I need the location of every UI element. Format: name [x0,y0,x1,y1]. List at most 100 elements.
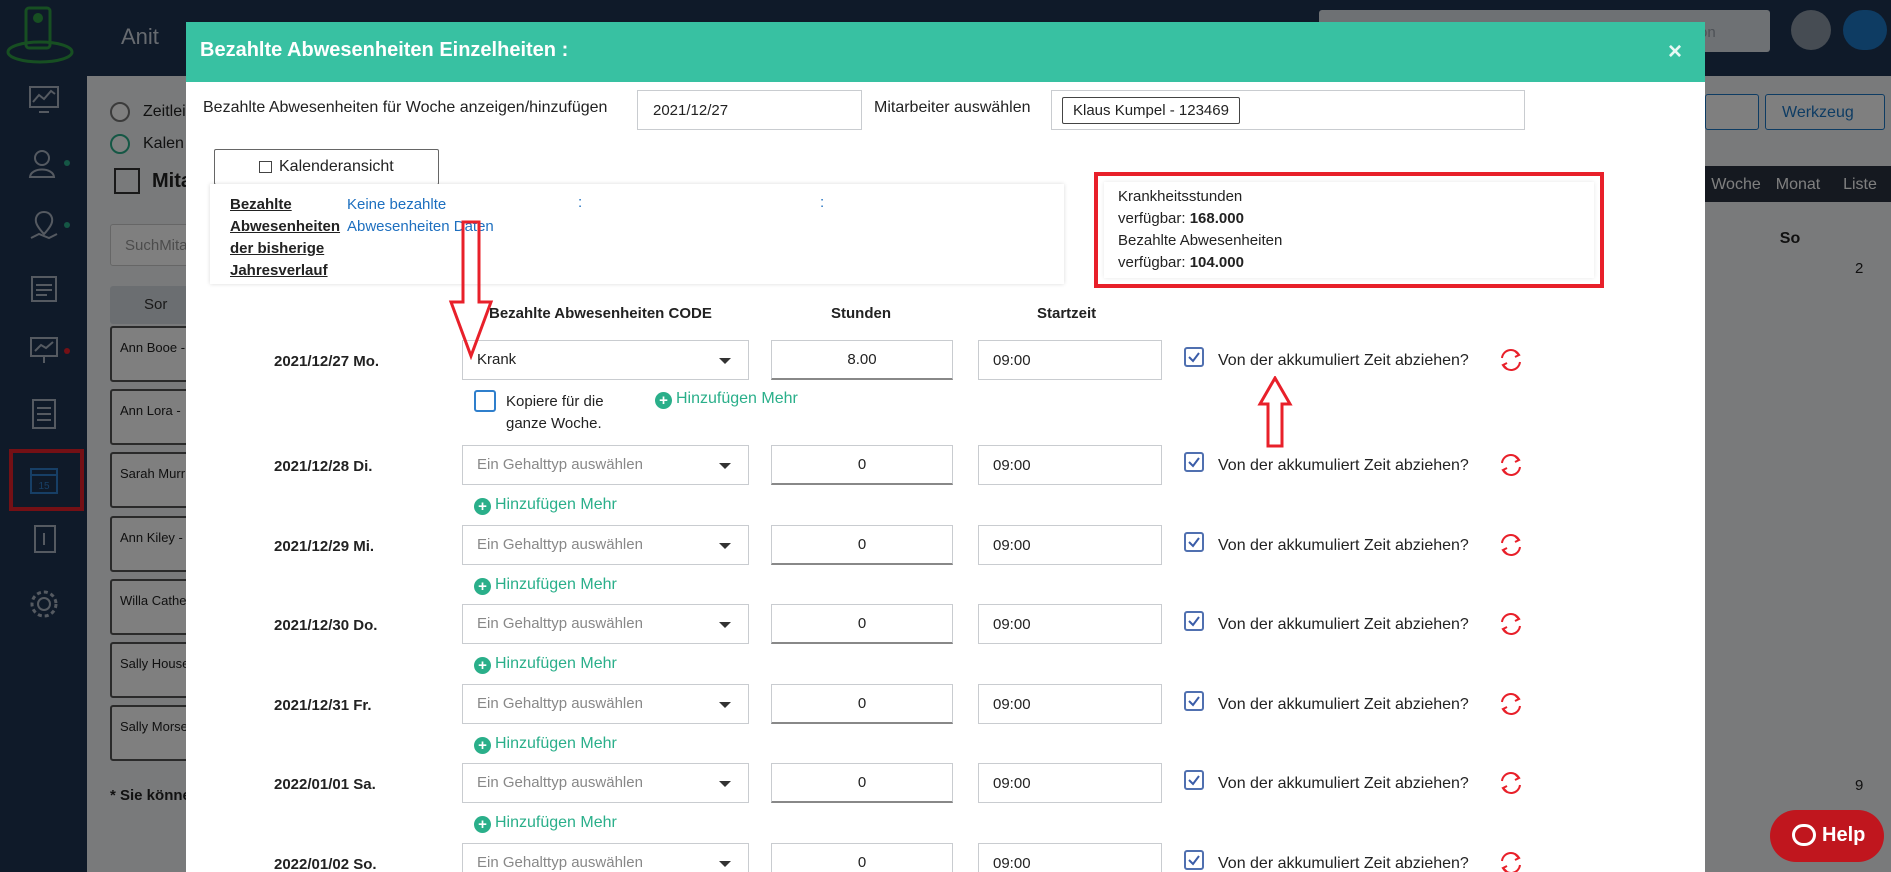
code-select[interactable]: Ein Gehalttyp auswählen [462,604,749,644]
deduct-checkbox[interactable] [1184,611,1204,631]
add-more-link[interactable]: + Hinzufügen Mehr [474,496,617,515]
code-select[interactable]: Ein Gehalttyp auswählen [462,684,749,724]
checkmark-icon [1188,457,1200,468]
sick-available-label: verfügbar: [1118,210,1186,227]
modal-header: Bezahlte Abwesenheiten Einzelheiten : × [186,22,1705,82]
code-select[interactable]: Ein Gehalttyp auswählen [462,763,749,803]
deduct-checkbox[interactable] [1184,770,1204,790]
deduct-label: Von der akkumuliert Zeit abziehen? [1218,696,1469,713]
add-more-link[interactable]: + Hinzufügen Mehr [474,814,617,833]
hours-input[interactable]: 0 [771,445,953,485]
history-panel: Bezahlte Abwesenheiten der bisherige Jah… [210,184,1064,284]
refresh-icon[interactable] [1498,611,1524,637]
calendar-view-button[interactable]: Kalenderansicht [214,149,439,185]
hours-input[interactable]: 8.00 [771,340,953,380]
code-select[interactable]: Ein Gehalttyp auswählen [462,843,749,872]
employee-select[interactable]: Klaus Kumpel - 123469 [1051,90,1525,130]
checkmark-icon [1188,855,1200,866]
start-time-input[interactable]: 09:00 [978,843,1162,872]
deduct-checkbox[interactable] [1184,691,1204,711]
refresh-icon[interactable] [1498,850,1524,872]
plus-icon: + [474,578,491,595]
hours-input[interactable]: 0 [771,525,953,565]
add-more-link[interactable]: + Hinzufügen Mehr [474,655,617,674]
add-more-link[interactable]: + Hinzufügen Mehr [655,390,798,409]
code-select-value: Ein Gehalttyp auswählen [477,854,643,871]
code-select[interactable]: Ein Gehalttyp auswählen [462,445,749,485]
start-time-input[interactable]: 09:00 [978,445,1162,485]
hours-input[interactable]: 0 [771,684,953,724]
paid-available-label: verfügbar: [1118,254,1186,271]
deduct-checkbox[interactable] [1184,850,1204,870]
deduct-label: Von der akkumuliert Zeit abziehen? [1218,775,1469,792]
employee-label: Mitarbeiter auswählen [874,99,1031,116]
add-more-label: Hinzufügen Mehr [676,390,798,407]
annotation-arrow-down [448,220,494,360]
chevron-down-icon [719,543,731,549]
chevron-down-icon [719,463,731,469]
history-colon: : [578,194,583,211]
week-date-input[interactable]: 2021/12/27 [637,90,862,130]
code-select-value: Ein Gehalttyp auswählen [477,774,643,791]
annotation-box-availability: Krankheitsstunden verfügbar: 168.000 Bez… [1094,172,1604,288]
column-header-start: Startzeit [1037,305,1097,322]
deduct-label: Von der akkumuliert Zeit abziehen? [1218,352,1469,369]
hours-input[interactable]: 0 [771,763,953,803]
close-icon[interactable]: × [1668,38,1682,66]
deduct-checkbox[interactable] [1184,452,1204,472]
start-time-input[interactable]: 09:00 [978,684,1162,724]
calendar-view-label: Kalenderansicht [279,158,394,175]
add-more-label: Hinzufügen Mehr [495,576,617,593]
deduct-checkbox[interactable] [1184,532,1204,552]
column-header-code: Bezahlte Abwesenheiten CODE [489,305,712,322]
start-time-input[interactable]: 09:00 [978,340,1162,380]
history-colon: : [820,194,825,211]
refresh-icon[interactable] [1498,770,1524,796]
deduct-checkbox[interactable] [1184,347,1204,367]
paid-absence-label: Bezahlte Abwesenheiten [1118,232,1283,249]
deduct-label: Von der akkumuliert Zeit abziehen? [1218,616,1469,633]
row-date: 2022/01/01 Sa. [274,776,376,793]
row-date: 2021/12/27 Mo. [274,353,380,370]
chevron-down-icon [719,781,731,787]
hours-input[interactable]: 0 [771,604,953,644]
refresh-icon[interactable] [1498,347,1524,373]
code-select[interactable]: Krank [462,340,749,380]
copy-week-checkbox[interactable] [474,390,496,412]
employee-chip[interactable]: Klaus Kumpel - 123469 [1062,97,1240,124]
row-date: 2021/12/29 Mi. [274,538,375,555]
plus-icon: + [655,392,672,409]
row-date: 2021/12/31 Fr. [274,697,372,714]
deduct-label: Von der akkumuliert Zeit abziehen? [1218,457,1469,474]
history-value: Keine bezahlte Abwesenheiten Daten [347,196,494,235]
hours-input[interactable]: 0 [771,843,953,872]
add-more-link[interactable]: + Hinzufügen Mehr [474,576,617,595]
paid-available-value: 104.000 [1189,254,1244,271]
annotation-arrow-up [1257,376,1293,448]
row-date: 2021/12/28 Di. [274,458,373,475]
refresh-icon[interactable] [1498,691,1524,717]
paid-absence-modal: Bezahlte Abwesenheiten Einzelheiten : × … [186,22,1705,872]
plus-icon: + [474,657,491,674]
start-time-input[interactable]: 09:00 [978,763,1162,803]
chevron-down-icon [719,861,731,867]
refresh-icon[interactable] [1498,452,1524,478]
checkmark-icon [1188,352,1200,363]
code-select-value: Ein Gehalttyp auswählen [477,615,643,632]
refresh-icon[interactable] [1498,532,1524,558]
add-more-label: Hinzufügen Mehr [495,735,617,752]
help-button[interactable]: Help [1770,810,1884,862]
deduct-label: Von der akkumuliert Zeit abziehen? [1218,855,1469,872]
add-more-label: Hinzufügen Mehr [495,496,617,513]
plus-icon: + [474,816,491,833]
column-header-hours: Stunden [831,305,891,322]
chat-bubble-icon [1792,824,1816,846]
code-select[interactable]: Ein Gehalttyp auswählen [462,525,749,565]
start-time-input[interactable]: 09:00 [978,525,1162,565]
add-more-link[interactable]: + Hinzufügen Mehr [474,735,617,754]
code-select-value: Ein Gehalttyp auswählen [477,456,643,473]
start-time-input[interactable]: 09:00 [978,604,1162,644]
help-label: Help [1822,824,1866,846]
chevron-down-icon [719,622,731,628]
checkmark-icon [1188,696,1200,707]
